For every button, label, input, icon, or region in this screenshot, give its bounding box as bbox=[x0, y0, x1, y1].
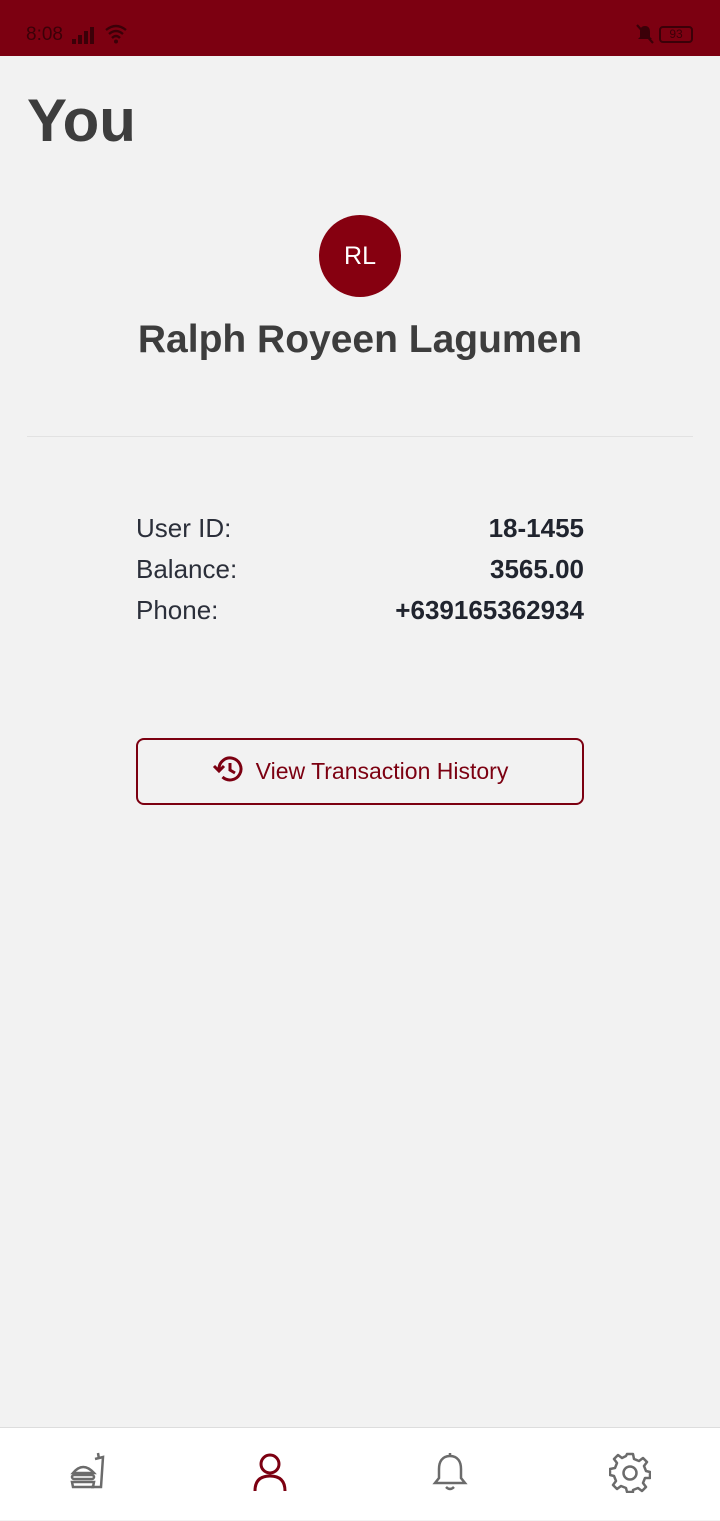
signal-icon bbox=[72, 26, 98, 49]
history-icon bbox=[212, 754, 244, 790]
user-name: Ralph Royeen Lagumen bbox=[137, 318, 583, 361]
divider bbox=[27, 436, 693, 437]
info-label: Balance: bbox=[136, 553, 238, 584]
avatar-initials: RL bbox=[344, 241, 376, 270]
page-title: You bbox=[27, 87, 136, 154]
info-value: 3565.00 bbox=[490, 553, 584, 584]
info-row-balance: Balance: 3565.00 bbox=[136, 551, 584, 587]
nav-item-food[interactable] bbox=[0, 1428, 180, 1521]
status-bar: 8:08 93 bbox=[0, 0, 720, 56]
bottom-nav bbox=[0, 1427, 720, 1520]
nav-item-notifications[interactable] bbox=[360, 1428, 540, 1521]
view-transaction-history-button[interactable]: View Transaction History bbox=[136, 738, 584, 805]
info-value: +639165362934 bbox=[395, 594, 584, 625]
food-icon bbox=[69, 1451, 111, 1498]
avatar: RL bbox=[319, 215, 401, 297]
status-time: 8:08 bbox=[26, 24, 63, 45]
wifi-icon bbox=[104, 24, 128, 49]
info-row-user-id: User ID: 18-1455 bbox=[136, 510, 584, 546]
info-label: User ID: bbox=[136, 512, 232, 543]
bell-icon bbox=[431, 1451, 469, 1498]
nav-item-profile[interactable] bbox=[180, 1428, 360, 1521]
profile-icon bbox=[250, 1451, 290, 1498]
gear-icon bbox=[608, 1451, 652, 1498]
history-button-label: View Transaction History bbox=[255, 758, 509, 784]
info-label: Phone: bbox=[136, 594, 219, 625]
nav-item-settings[interactable] bbox=[540, 1428, 720, 1521]
mute-icon bbox=[636, 24, 654, 49]
info-value: 18-1455 bbox=[488, 512, 584, 543]
info-row-phone: Phone: +639165362934 bbox=[136, 592, 584, 628]
battery-icon: 93 bbox=[659, 26, 693, 43]
